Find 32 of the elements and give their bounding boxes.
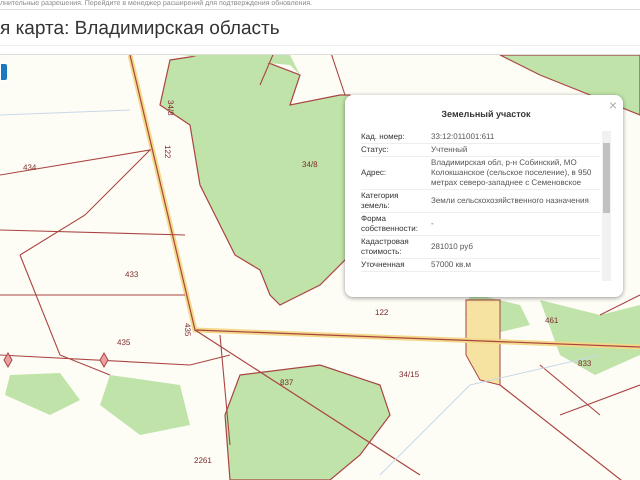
field-label: Уточненная — [361, 260, 406, 270]
parcel-label: 34/15 — [399, 370, 420, 379]
field-value: 281010 руб — [431, 242, 474, 252]
field-value: Владимирская обл, р-н Собинский, МО Колокшанское (сельское поселение), в 950 метрах северо-западнее с Семеновское — [431, 158, 592, 188]
parcel-label: 837 — [280, 378, 294, 387]
field-label: Кад. номер: — [361, 132, 406, 142]
field-label: Кадастровая стоимость: — [361, 237, 410, 257]
scrollbar[interactable] — [602, 131, 611, 281]
parcel-label: 461 — [545, 316, 558, 325]
field-label: Статус: — [361, 145, 390, 155]
parcel-label: 2261 — [194, 456, 212, 465]
parcel-label: 434 — [23, 163, 36, 172]
parcel-label: 34/8 — [302, 160, 318, 169]
parcel-label: 122 — [163, 145, 172, 158]
page-title: я карта: Владимирская область — [0, 16, 640, 46]
field-value: 57000 кв.м — [431, 260, 472, 270]
parcel-label: 34/8 — [166, 100, 175, 116]
field-label: Категория земель: — [361, 191, 400, 211]
close-button[interactable]: × — [608, 98, 617, 112]
field-label: Адрес: — [361, 168, 388, 178]
popup-title: Земельный участок — [440, 109, 532, 119]
parcel-label: 433 — [125, 270, 138, 279]
parcel-label: 435 — [117, 338, 130, 347]
map-control-button[interactable] — [0, 63, 8, 81]
field-value: - — [431, 219, 435, 229]
parcel-label: 435 — [183, 323, 192, 336]
parcel-label: 122 — [375, 308, 388, 317]
parcel-label: 833 — [578, 359, 592, 368]
field-value: 33:12:011001:611 — [431, 132, 496, 142]
field-value: Учтенный — [431, 145, 468, 155]
field-value: Земли сельскохозяйственного назначения — [431, 196, 590, 206]
field-label: Форма собственности: — [361, 214, 419, 234]
